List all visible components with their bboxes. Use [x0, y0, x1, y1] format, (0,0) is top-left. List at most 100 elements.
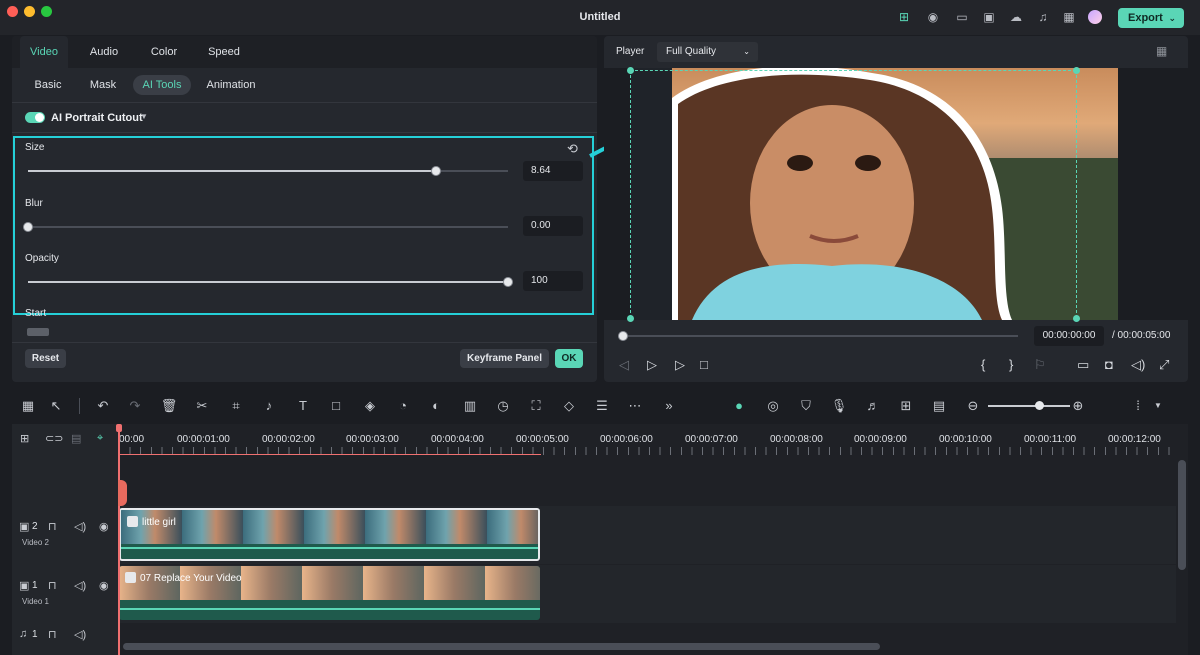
record-icon[interactable]: ◉ [926, 10, 940, 24]
opacity-slider-knob[interactable] [503, 277, 513, 287]
volume-icon[interactable]: ◁) [1131, 358, 1145, 372]
delete-icon[interactable]: 🗑 [160, 398, 178, 414]
lock-icon[interactable]: ⊓ [48, 628, 57, 641]
fullscreen-icon[interactable]: ⤢ [1159, 358, 1169, 372]
text-icon[interactable]: T [294, 398, 312, 414]
size-slider-knob[interactable] [431, 166, 441, 176]
music-icon[interactable]: ♬ [864, 398, 882, 414]
avatar[interactable] [1088, 10, 1102, 24]
vertical-scrollbar[interactable] [1178, 460, 1186, 570]
keyframe-icon[interactable]: ◇ [560, 398, 578, 414]
quality-dropdown[interactable]: Full Quality ⌄ [657, 42, 758, 62]
select-tool-icon[interactable]: ↖ [47, 398, 65, 414]
export-button[interactable]: Export ⌄ [1118, 8, 1184, 28]
mask-icon[interactable]: ◈ [361, 398, 379, 414]
render-icon[interactable]: ◎ [764, 398, 782, 414]
snap-icon[interactable]: ⌖ [97, 432, 103, 445]
caret-down-icon[interactable]: ▼ [140, 112, 148, 121]
playhead[interactable] [118, 424, 120, 655]
chevron-down-icon[interactable]: ▼ [1149, 398, 1167, 414]
track-manager-icon[interactable]: ▤ [71, 432, 81, 445]
tab-color[interactable]: Color [140, 36, 188, 68]
ai-icon[interactable]: ● [730, 398, 748, 414]
zoom-slider-knob[interactable] [1035, 401, 1044, 410]
shield-icon[interactable]: ⛉ [797, 398, 815, 414]
tab-audio[interactable]: Audio [80, 36, 128, 68]
video-clip[interactable]: 07 Replace Your Video [119, 566, 540, 620]
link-icon[interactable]: ⊂⊃ [45, 432, 63, 445]
ok-button[interactable]: OK [555, 349, 583, 368]
expand-icon[interactable]: » [660, 398, 678, 414]
speed-icon[interactable]: ◔ [394, 398, 412, 414]
eye-icon[interactable]: ◉ [99, 579, 109, 592]
eye-icon[interactable]: ◉ [99, 520, 109, 533]
selection-handle-bl[interactable] [627, 315, 634, 322]
speaker-icon[interactable]: ◁) [74, 520, 86, 533]
selection-handle-tl[interactable] [627, 67, 634, 74]
previous-frame-icon[interactable]: ◁ [619, 358, 629, 372]
current-timecode[interactable]: 00:00:00:00 [1034, 326, 1104, 346]
horizontal-scrollbar[interactable] [123, 643, 880, 650]
snapshot-icon[interactable]: ◘ [1105, 358, 1113, 372]
selection-handle-br[interactable] [1073, 315, 1080, 322]
subtab-basic[interactable]: Basic [26, 75, 70, 95]
track-layout-icon[interactable]: ⁞ [1129, 398, 1147, 414]
zoom-in-icon[interactable]: ⊕ [1069, 398, 1087, 414]
gift-icon[interactable]: ⊞ [897, 10, 911, 24]
layout-grid-icon[interactable]: ▦ [1156, 44, 1167, 58]
mark-in-icon[interactable]: { [981, 358, 985, 372]
tab-video[interactable]: Video [20, 36, 68, 68]
blur-slider-knob[interactable] [23, 222, 33, 232]
apps-grid-icon[interactable]: ▦ [1062, 10, 1076, 24]
size-value-field[interactable]: 8.64 [523, 161, 583, 181]
selection-handle-tr[interactable] [1073, 67, 1080, 74]
keyframe-panel-button[interactable]: Keyframe Panel [460, 349, 549, 368]
reset-button[interactable]: Reset [25, 349, 66, 368]
play-range-icon[interactable]: ▷ [647, 358, 657, 372]
timeline-zoom-slider[interactable] [988, 405, 1070, 407]
cloud-upload-icon[interactable]: ☁ [1009, 10, 1023, 24]
zoom-out-icon[interactable]: ⊖ [964, 398, 982, 414]
subtitle-icon[interactable]: ▤ [930, 398, 948, 414]
speaker-icon[interactable]: ◁) [74, 579, 86, 592]
blur-slider[interactable] [23, 222, 508, 232]
add-media-icon[interactable]: ⊞ [897, 398, 915, 414]
subtab-animation[interactable]: Animation [201, 75, 261, 95]
playback-scrubber[interactable] [622, 335, 1018, 337]
scrubber-knob[interactable] [618, 331, 628, 341]
lock-icon[interactable]: ⊓ [48, 579, 57, 592]
opacity-value-field[interactable]: 100 [523, 271, 583, 291]
cut-icon[interactable]: ✂ [193, 398, 211, 414]
headset-icon[interactable]: ♫ [1036, 10, 1050, 24]
layout-icon[interactable]: ▭ [955, 10, 969, 24]
more-actions-icon[interactable]: ⋯ [626, 398, 644, 414]
color-icon[interactable]: ◐ [427, 398, 445, 414]
redo-icon[interactable]: ↷ [126, 398, 144, 414]
audio-edit-icon[interactable]: ♪ [260, 398, 278, 414]
playhead-tag[interactable] [118, 480, 127, 506]
subtab-ai-tools[interactable]: AI Tools [133, 75, 191, 95]
crop-icon[interactable]: ⌗ [227, 398, 245, 414]
stabilize-icon[interactable]: ▥ [461, 398, 479, 414]
video-clip[interactable]: little girl [119, 508, 540, 561]
auto-reframe-icon[interactable]: ⛶ [527, 398, 545, 414]
preview-image[interactable] [672, 68, 1118, 320]
save-icon[interactable]: ▣ [982, 10, 996, 24]
adjust-icon[interactable]: ☰ [593, 398, 611, 414]
stop-icon[interactable]: □ [700, 358, 708, 372]
mark-out-icon[interactable]: } [1009, 358, 1013, 372]
reset-icon[interactable]: ⟲ [567, 141, 578, 157]
size-slider[interactable] [28, 166, 508, 176]
marker-icon[interactable]: ⚐ [1034, 358, 1046, 372]
layout-icon[interactable]: ▦ [19, 398, 37, 414]
play-icon[interactable]: ▷ [675, 358, 685, 372]
timer-icon[interactable]: ◷ [494, 398, 512, 414]
lock-icon[interactable]: ⊓ [48, 520, 57, 533]
blur-value-field[interactable]: 0.00 [523, 216, 583, 236]
display-settings-icon[interactable]: ▭ [1077, 358, 1089, 372]
undo-icon[interactable]: ↶ [94, 398, 112, 414]
ai-portrait-cutout-toggle[interactable] [25, 112, 45, 123]
add-track-icon[interactable]: ⊞ [20, 432, 29, 445]
microphone-icon[interactable]: 🎙 [830, 398, 848, 414]
tab-speed[interactable]: Speed [200, 36, 248, 68]
